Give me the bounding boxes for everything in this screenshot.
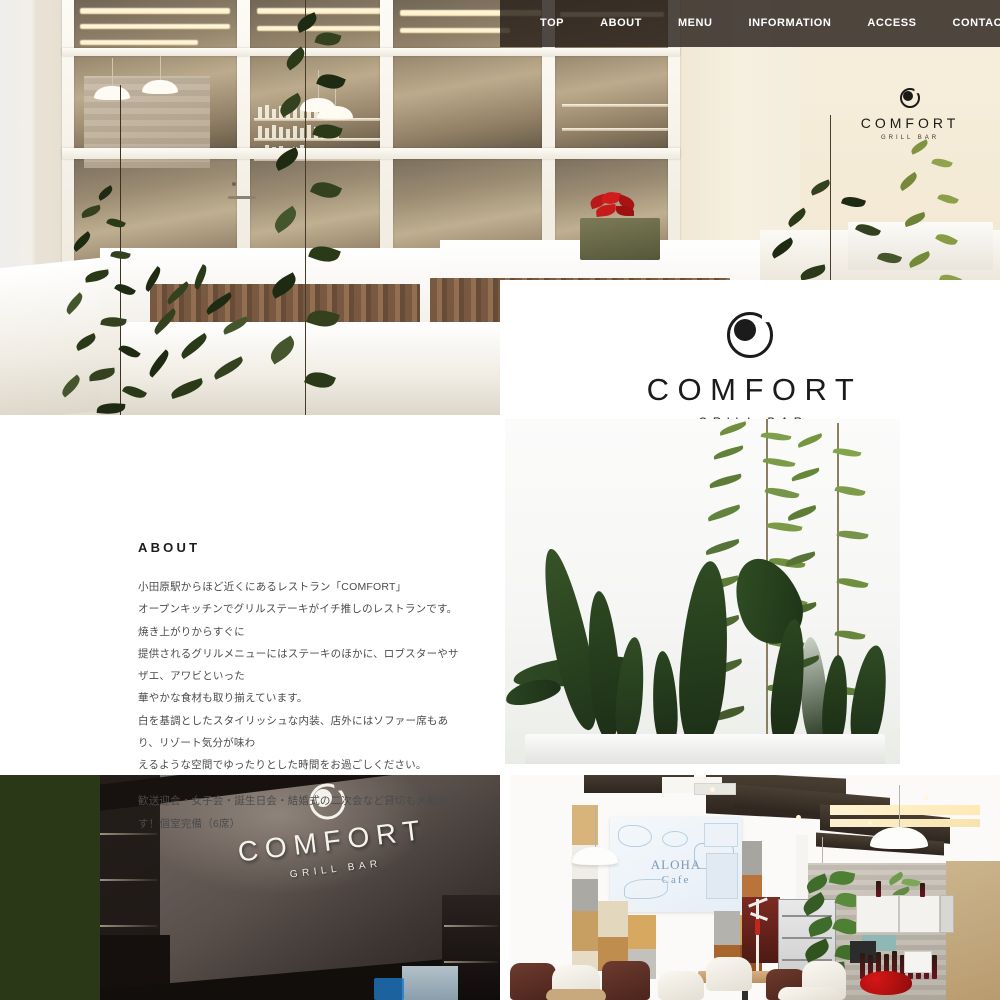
page-root: COMFORT GRILL BAR TOP ABOUT MENU INFORMA…	[0, 0, 1000, 1000]
about-line: オープンキッチンでグリルステーキがイチ推しのレストランです。焼き上がりからすぐに	[138, 603, 458, 638]
about-line: 提供されるグリルメニューにはステーキのほかに、ロブスターやサザエ、アワビといった	[138, 647, 459, 682]
about-section: ABOUT 小田原駅からほど近くにあるレストラン「COMFORT」 オープンキッ…	[0, 415, 500, 830]
nav-link-information[interactable]: INFORMATION	[731, 0, 850, 47]
about-body: 小田原駅からほど近くにあるレストラン「COMFORT」 オープンキッチンでグリル…	[138, 576, 468, 835]
about-line: えるような空間でゆったりとした時間をお過ごしください。	[138, 759, 427, 771]
brand-logo: COMFORT GRILL BAR	[500, 312, 1000, 429]
brand-card: COMFORT GRILL BAR	[500, 280, 1000, 775]
nav-link-top[interactable]: TOP	[522, 0, 582, 47]
nav-link-access[interactable]: ACCESS	[849, 0, 934, 47]
card-plant-photo	[505, 419, 900, 764]
about-line: 華やかな食材も取り揃えています。	[138, 692, 308, 705]
green-accent-block	[0, 775, 100, 1000]
nav-link-about[interactable]: ABOUT	[582, 0, 660, 47]
about-line: 白を基調としたスタイリッシュな内装、店外にはソファー席もあり、リゾート気分が味わ	[138, 714, 449, 749]
nav-link-menu[interactable]: MENU	[660, 0, 731, 47]
cafe-interior-photo: ALOHA Cafe	[510, 775, 1000, 1000]
primary-navigation[interactable]: TOP ABOUT MENU INFORMATION ACCESS CONTAC…	[500, 0, 1000, 47]
brand-name: COMFORT	[646, 372, 863, 407]
nav-links: TOP ABOUT MENU INFORMATION ACCESS CONTAC…	[500, 0, 1000, 47]
projector-screen: ALOHA Cafe	[610, 817, 742, 912]
nav-link-contact[interactable]: CONTACT	[935, 0, 1000, 47]
about-note: 歓送迎会・女子会・誕生日会・結婚式の二次会など貸切も大歓迎です！個室完備（6席）	[138, 795, 459, 830]
comfort-circle-c-logo-icon	[727, 312, 773, 358]
about-heading: ABOUT	[138, 540, 201, 555]
about-line: 小田原駅からほど近くにあるレストラン「COMFORT」	[138, 581, 407, 593]
